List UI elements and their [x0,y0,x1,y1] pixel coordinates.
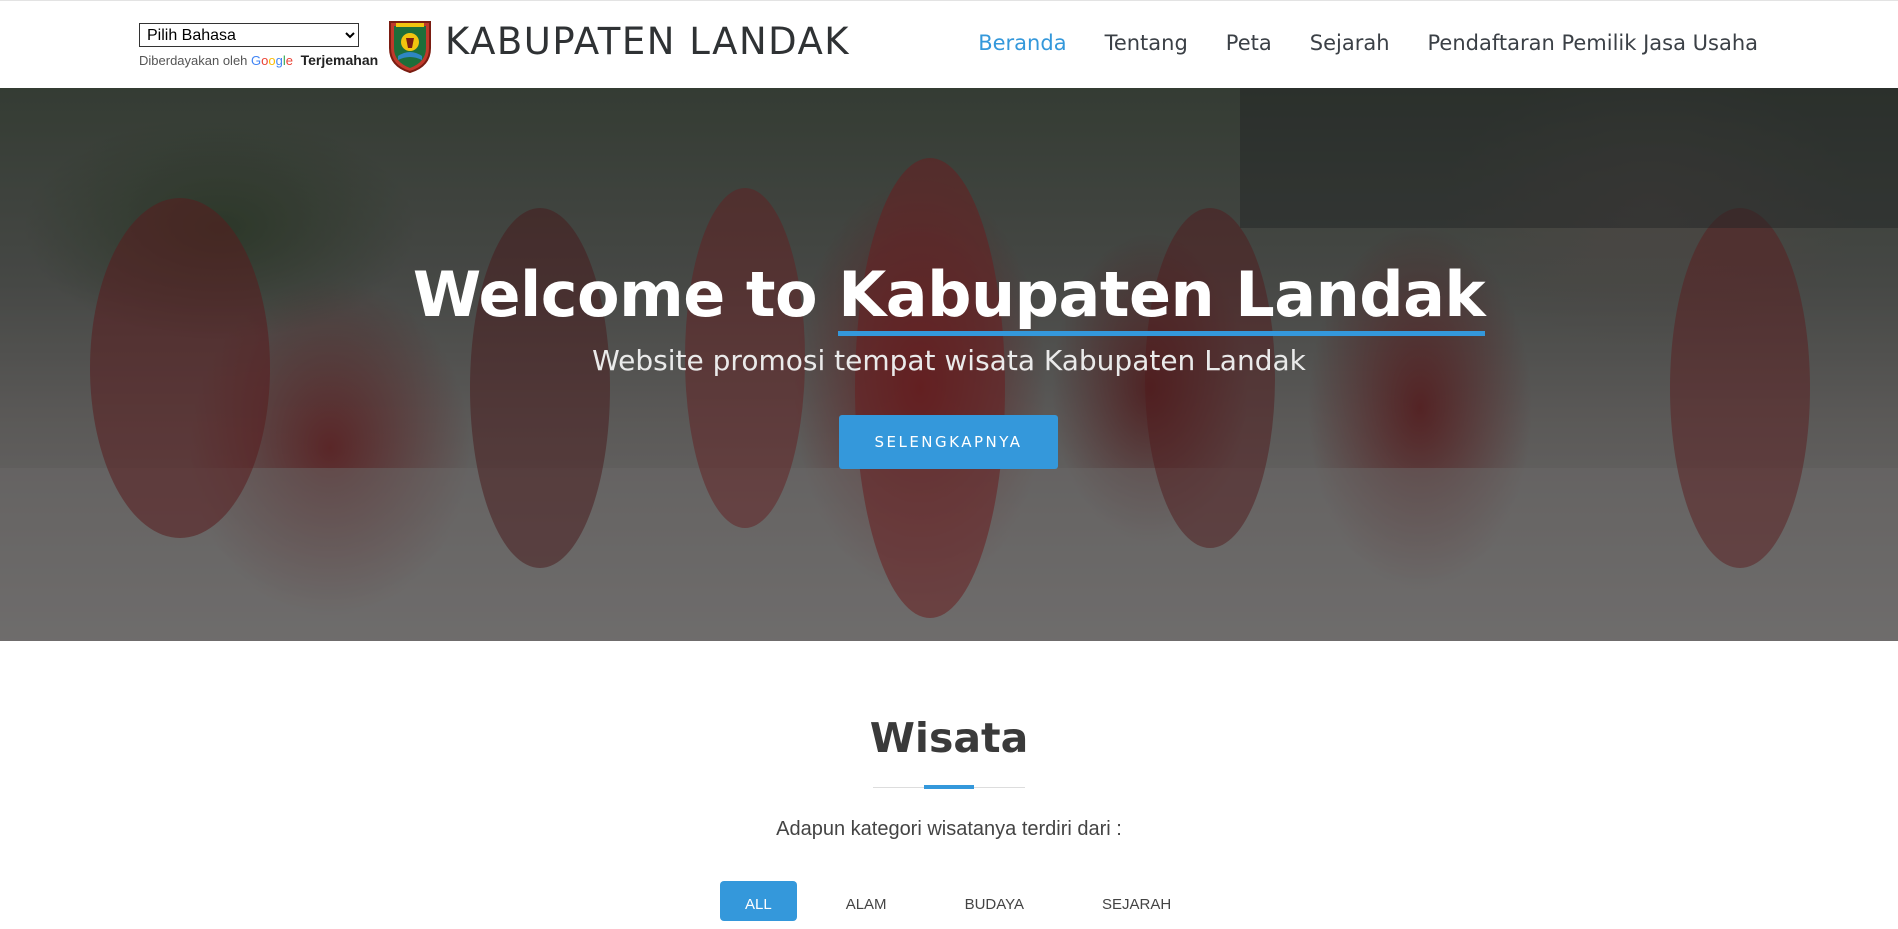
site-header: Pilih Bahasa Diberdayakan oleh Google Te… [0,0,1898,88]
selengkapnya-button[interactable]: SELENGKAPNYA [839,415,1058,469]
wisata-category-filters: ALL ALAM BUDAYA SEJARAH [720,881,1196,921]
kabupaten-crest-logo[interactable] [384,18,436,74]
filter-sejarah-button[interactable]: SEJARAH [1077,881,1196,921]
nav-item-tentang[interactable]: Tentang [1105,31,1188,55]
filter-all-button[interactable]: ALL [720,881,797,921]
hero-title: Welcome to Kabupaten Landak [0,258,1898,336]
google-translate-widget: Pilih Bahasa Diberdayakan oleh Google Te… [139,23,378,68]
hero-title-highlight: Kabupaten Landak [838,258,1486,336]
section-divider-accent [924,785,974,789]
filter-budaya-button[interactable]: BUDAYA [940,881,1049,921]
translate-link[interactable]: Terjemahan [301,52,379,68]
wisata-section-description: Adapun kategori wisatanya terdiri dari : [776,818,1122,840]
nav-item-beranda[interactable]: Beranda [978,31,1066,55]
main-nav: Beranda Tentang Peta Sejarah Pendaftaran… [940,31,1758,55]
hero-title-prefix: Welcome to [412,258,818,331]
google-logo-text: Google [251,53,293,68]
hero-subtitle: Website promosi tempat wisata Kabupaten … [592,344,1306,377]
language-select[interactable]: Pilih Bahasa [139,23,359,47]
wisata-section-title: Wisata [869,714,1029,762]
filter-alam-button[interactable]: ALAM [821,881,912,921]
powered-by-text: Diberdayakan oleh [139,53,248,68]
site-brand-title[interactable]: KABUPATEN LANDAK [445,20,850,63]
nav-item-peta[interactable]: Peta [1226,31,1272,55]
hero-banner: Welcome to Kabupaten Landak Website prom… [0,88,1898,641]
nav-item-pendaftaran[interactable]: Pendaftaran Pemilik Jasa Usaha [1428,31,1759,55]
translate-powered-by: Diberdayakan oleh Google Terjemahan [139,52,378,68]
nav-item-sejarah[interactable]: Sejarah [1310,31,1390,55]
